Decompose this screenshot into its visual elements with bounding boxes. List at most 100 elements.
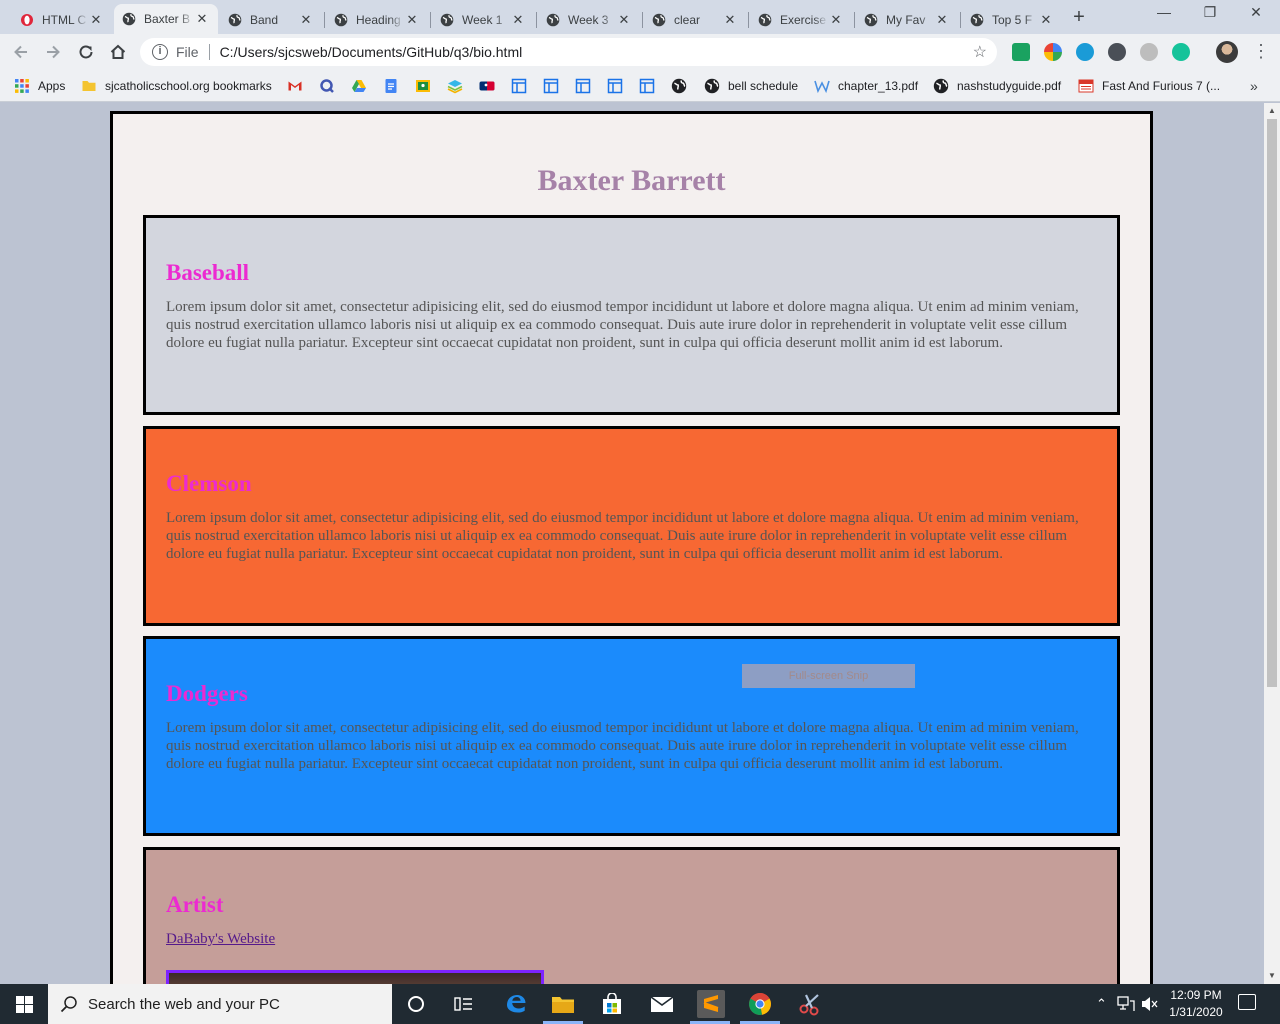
bookmark-bell-schedule[interactable]: bell schedule — [704, 76, 798, 96]
bookmark-page-layout-2[interactable] — [543, 76, 559, 96]
info-icon[interactable]: i — [152, 44, 168, 60]
start-button[interactable] — [0, 984, 48, 1024]
chrome-extension-icon[interactable] — [1044, 43, 1062, 61]
windows-taskbar: Search the web and your PC ⌃ 12:09 PM 1/… — [0, 984, 1280, 1024]
close-window-button[interactable]: ✕ — [1233, 4, 1279, 21]
minimize-button[interactable]: — — [1141, 4, 1187, 20]
bookmark-page-layout-4[interactable] — [607, 76, 623, 96]
scroll-thumb[interactable] — [1267, 119, 1277, 687]
menu-kebab-icon[interactable]: ⋮ — [1252, 42, 1270, 60]
bookmark-google-drive[interactable] — [351, 76, 367, 96]
mail-taskbar-button[interactable] — [648, 990, 676, 1018]
more-bookmarks-icon[interactable]: » — [1250, 78, 1258, 94]
bookmark-page-layout-3[interactable] — [575, 76, 591, 96]
close-tab-icon[interactable]: ✕ — [510, 12, 526, 28]
section-heading: Artist — [166, 892, 224, 917]
star-bookmark-icon[interactable]: ☆ — [973, 42, 987, 62]
show-hidden-icons-chevron-icon[interactable]: ⌃ — [1096, 996, 1107, 1012]
bookmark-globe[interactable] — [671, 76, 687, 96]
vpn-extension-icon[interactable] — [1108, 43, 1126, 61]
reload-button[interactable] — [74, 40, 98, 64]
vertical-scrollbar[interactable]: ▲ ▼ — [1264, 103, 1280, 984]
close-tab-icon[interactable]: ✕ — [1038, 12, 1054, 28]
dababy-website-link[interactable]: DaBaby's Website — [166, 931, 275, 947]
close-tab-icon[interactable]: ✕ — [828, 12, 844, 28]
bookmark-gmail[interactable] — [287, 76, 303, 96]
tab-separator — [748, 12, 749, 28]
layers-icon — [447, 80, 463, 94]
task-view-button[interactable] — [450, 990, 478, 1018]
chrome-taskbar-button[interactable] — [746, 990, 774, 1018]
tab-separator — [324, 12, 325, 28]
volume-muted-icon[interactable] — [1141, 996, 1159, 1015]
tab-top-5[interactable]: Top 5 F ✕ — [962, 6, 1062, 34]
tab-my-fav[interactable]: My Fav ✕ — [856, 6, 958, 34]
tab-band[interactable]: Band ✕ — [220, 6, 322, 34]
chrome-icon — [749, 993, 771, 1015]
file-explorer-taskbar-button[interactable] — [549, 990, 577, 1018]
shield-extension-icon[interactable] — [1076, 43, 1094, 61]
tab-strip: HTML C ✕ Baxter B ✕ Band ✕ Heading ✕ Wee… — [0, 0, 1280, 34]
sublime-text-taskbar-button[interactable] — [697, 990, 725, 1018]
system-clock[interactable]: 12:09 PM 1/31/2020 — [1162, 987, 1230, 1021]
bookmark-google-classroom[interactable] — [415, 76, 431, 96]
bookmark-fast-and-furious[interactable]: Fast And Furious 7 (... — [1078, 76, 1220, 96]
address-bar[interactable]: i File C:/Users/sjcsweb/Documents/GitHub… — [140, 38, 997, 66]
globe-icon — [671, 78, 687, 94]
snipping-tool-taskbar-button[interactable] — [796, 990, 824, 1018]
bookmark-chapter-13[interactable]: chapter_13.pdf — [814, 76, 918, 96]
bookmark-google-docs[interactable] — [383, 76, 399, 96]
restore-button[interactable]: ❐ — [1187, 4, 1233, 21]
cortana-circle-icon — [408, 996, 424, 1012]
folder-icon — [552, 997, 574, 1013]
cortana-button[interactable] — [402, 990, 430, 1018]
tab-clear[interactable]: clear ✕ — [644, 6, 746, 34]
snip-tooltip: Full-screen Snip — [742, 664, 915, 688]
close-tab-icon[interactable]: ✕ — [722, 12, 738, 28]
action-center-icon[interactable] — [1238, 994, 1256, 1010]
tab-week-3[interactable]: Week 3 ✕ — [538, 6, 640, 34]
section-heading: Clemson — [166, 471, 252, 496]
bookmark-quizlet[interactable] — [319, 76, 335, 96]
tab-label: Top 5 F — [992, 13, 1033, 27]
close-tab-icon[interactable]: ✕ — [616, 12, 632, 28]
bookmark-page-layout-5[interactable] — [639, 76, 655, 96]
tab-baxter-bio[interactable]: Baxter B ✕ — [114, 4, 218, 34]
bookmark-folder-sjcatholic[interactable]: sjcatholicschool.org bookmarks — [81, 76, 272, 96]
bookmark-nashstudyguide[interactable]: nashstudyguide.pdf — [933, 76, 1061, 96]
home-button[interactable] — [106, 40, 130, 64]
bookmark-apps[interactable]: Apps — [14, 76, 65, 96]
new-tab-button[interactable]: + — [1068, 6, 1090, 28]
reload-icon — [79, 45, 93, 59]
google-classroom-extension-icon[interactable] — [1012, 43, 1030, 61]
taskbar-search-box[interactable]: Search the web and your PC — [48, 984, 392, 1024]
close-tab-icon[interactable]: ✕ — [934, 12, 950, 28]
store-taskbar-button[interactable] — [598, 990, 626, 1018]
back-button[interactable] — [9, 40, 33, 64]
bookmark-mlb[interactable] — [479, 76, 495, 96]
bookmark-layers[interactable] — [447, 76, 463, 96]
tab-heading[interactable]: Heading ✕ — [326, 6, 428, 34]
close-tab-icon[interactable]: ✕ — [404, 12, 420, 28]
profile-avatar[interactable] — [1216, 41, 1238, 63]
close-tab-icon[interactable]: ✕ — [298, 12, 314, 28]
bookmark-label: Fast And Furious 7 (... — [1102, 79, 1221, 93]
bookmark-page-layout-1[interactable] — [511, 76, 527, 96]
url-text[interactable]: C:/Users/sjcsweb/Documents/GitHub/q3/bio… — [220, 44, 523, 60]
forward-button[interactable] — [41, 40, 65, 64]
tab-week-1[interactable]: Week 1 ✕ — [432, 6, 534, 34]
scroll-down-arrow-icon[interactable]: ▼ — [1264, 968, 1280, 984]
close-tab-icon[interactable]: ✕ — [88, 12, 104, 28]
search-icon — [60, 996, 77, 1013]
help-extension-icon[interactable] — [1140, 43, 1158, 61]
close-tab-icon[interactable]: ✕ — [194, 11, 210, 27]
scroll-up-arrow-icon[interactable]: ▲ — [1264, 103, 1280, 119]
globe-icon — [970, 13, 984, 27]
section-artist: Artist DaBaby's Website — [143, 847, 1120, 984]
clock-date: 1/31/2020 — [1169, 1005, 1223, 1019]
network-icon[interactable] — [1117, 996, 1135, 1015]
grammarly-icon[interactable] — [1172, 43, 1190, 61]
edge-taskbar-button[interactable] — [502, 990, 530, 1018]
tab-html[interactable]: HTML C ✕ — [12, 6, 112, 34]
tab-exercise[interactable]: Exercise ✕ — [750, 6, 852, 34]
